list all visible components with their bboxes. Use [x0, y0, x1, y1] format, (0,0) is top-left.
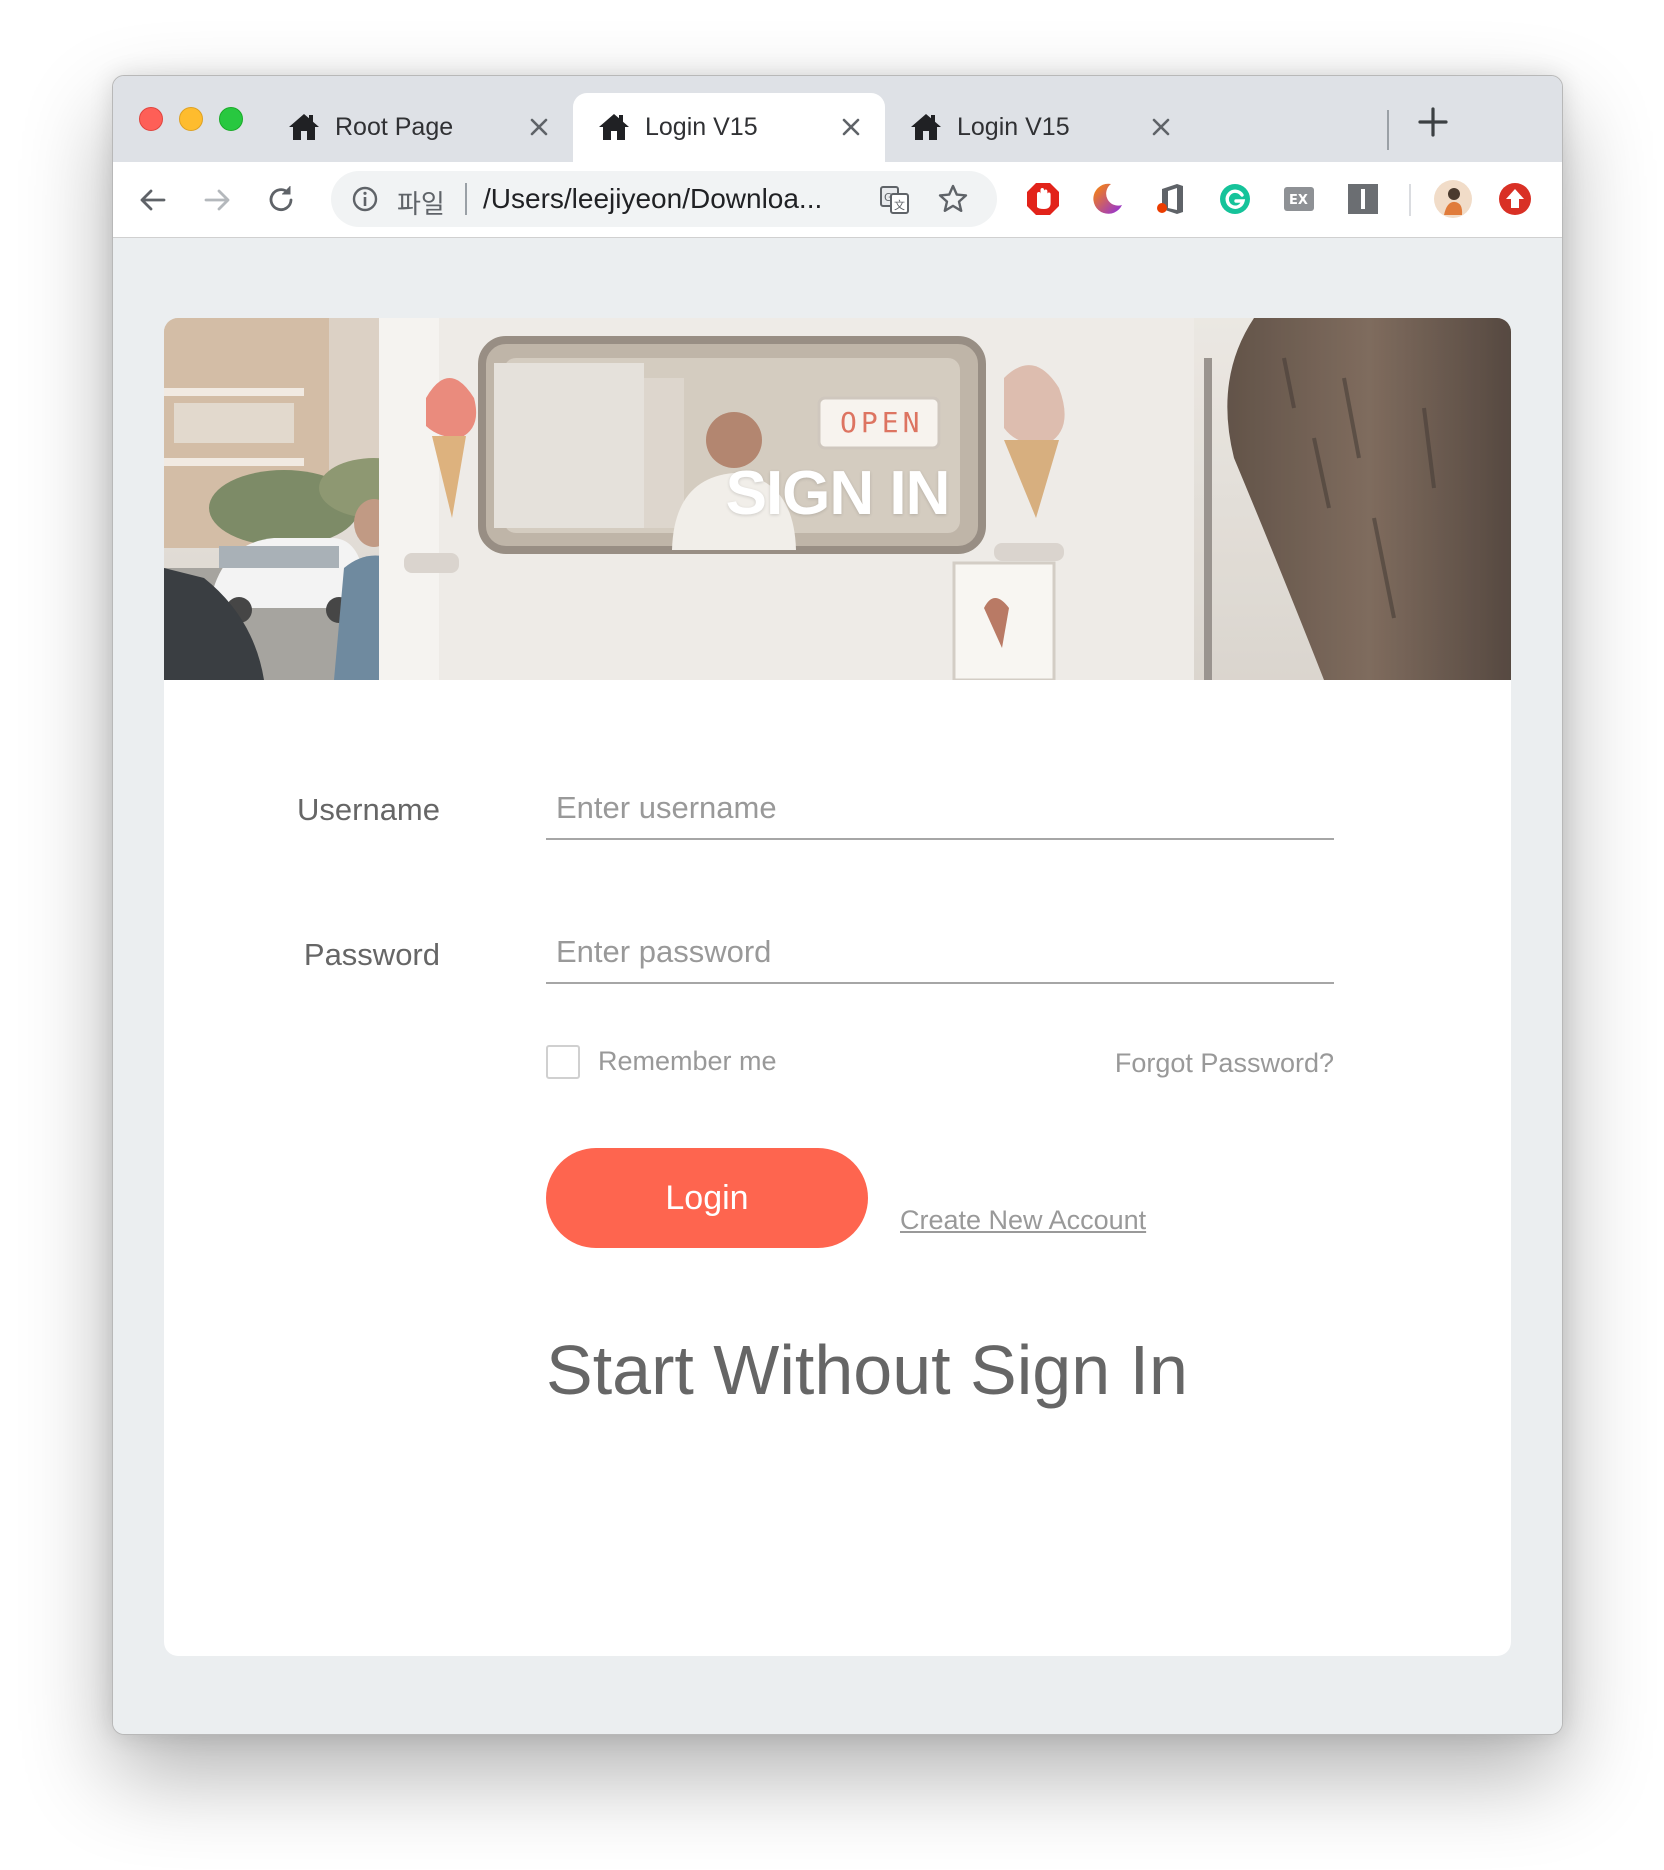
svg-text:文: 文: [894, 198, 905, 212]
grammarly-icon[interactable]: [1217, 181, 1253, 217]
login-button[interactable]: Login: [546, 1148, 868, 1248]
password-label: Password: [303, 937, 440, 972]
moon-icon[interactable]: [1089, 181, 1125, 217]
remember-me-label[interactable]: Remember me: [598, 1046, 777, 1077]
tab-login-v15[interactable]: Login V15: [885, 93, 1195, 162]
minimize-window-button[interactable]: [179, 107, 203, 131]
page-content: OPEN SIGN IN Username Enter username Pas…: [113, 238, 1562, 1734]
close-icon[interactable]: [527, 115, 551, 139]
password-input[interactable]: [546, 922, 1334, 984]
url-text[interactable]: /Users/leejiyeon/Downloa...: [483, 183, 822, 215]
maximize-window-button[interactable]: [219, 107, 243, 131]
update-arrow-icon[interactable]: [1497, 181, 1533, 217]
login-card: OPEN SIGN IN Username Enter username Pas…: [164, 318, 1511, 1656]
forward-arrow-icon[interactable]: [199, 182, 235, 218]
home-icon: [599, 114, 629, 140]
sign-in-title: SIGN IN: [725, 459, 951, 528]
adblock-icon[interactable]: [1025, 181, 1061, 217]
bookmark-star-icon[interactable]: [937, 183, 969, 215]
tab-root-page[interactable]: Root Page: [263, 93, 573, 162]
url-divider: [465, 183, 467, 215]
hero-banner: OPEN SIGN IN: [164, 318, 1511, 680]
home-icon: [289, 114, 319, 140]
home-icon: [911, 114, 941, 140]
tab-title: Login V15: [645, 113, 758, 141]
username-label: Username: [297, 792, 440, 827]
start-without-sign-in-link[interactable]: Start Without Sign In: [546, 1330, 1188, 1410]
tab-title: Login V15: [957, 113, 1070, 141]
browser-toolbar: 파일 /Users/leejiyeon/Downloa... G文 EX: [113, 162, 1562, 238]
tab-login-v15-active[interactable]: Login V15: [573, 93, 885, 162]
close-icon[interactable]: [1149, 115, 1173, 139]
tab-divider: [1387, 110, 1389, 150]
browser-window: Root Page Login V15 Login V15 파일 /Users/…: [112, 75, 1563, 1735]
new-tab-plus-icon[interactable]: [1413, 102, 1453, 142]
url-scheme-label: 파일: [397, 189, 445, 219]
instapaper-icon[interactable]: [1345, 181, 1381, 217]
close-window-button[interactable]: [139, 107, 163, 131]
username-input[interactable]: [546, 778, 1334, 840]
ex-icon[interactable]: EX: [1281, 181, 1317, 217]
back-arrow-icon[interactable]: [135, 182, 171, 218]
remember-me-checkbox[interactable]: [546, 1045, 580, 1079]
create-account-link[interactable]: Create New Account: [900, 1205, 1146, 1236]
forgot-password-link[interactable]: Forgot Password?: [1104, 1048, 1334, 1079]
info-icon[interactable]: [351, 185, 379, 213]
reload-icon[interactable]: [263, 182, 299, 218]
address-bar[interactable]: 파일 /Users/leejiyeon/Downloa... G文: [331, 171, 997, 227]
toolbar-divider: [1409, 184, 1411, 216]
svg-text:G: G: [884, 191, 893, 204]
tab-strip: Root Page Login V15 Login V15: [113, 76, 1562, 162]
svg-text:EX: EX: [1289, 193, 1308, 208]
avatar[interactable]: [1433, 179, 1473, 219]
office-icon[interactable]: [1153, 181, 1189, 217]
translate-icon[interactable]: G文: [879, 184, 911, 216]
close-icon[interactable]: [839, 115, 863, 139]
tab-title: Root Page: [335, 113, 454, 141]
